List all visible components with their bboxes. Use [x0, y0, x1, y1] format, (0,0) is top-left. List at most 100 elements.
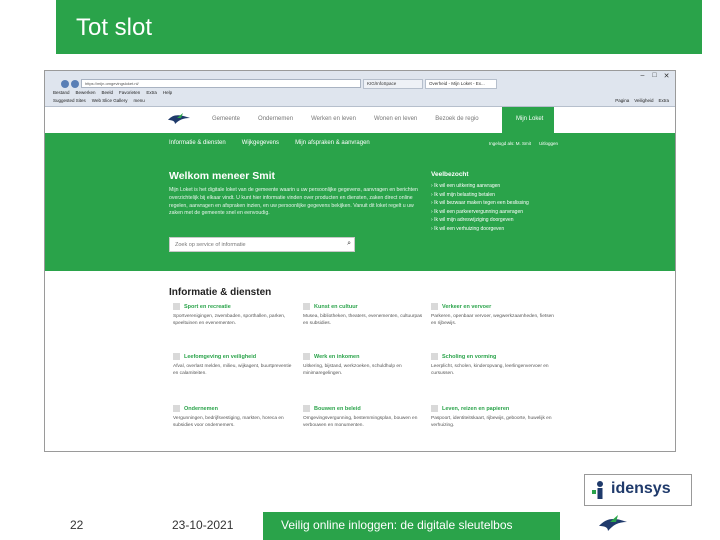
site-hero: Gemeente Ondernemen Werken en leven Wone…	[45, 107, 675, 271]
welcome-title: Welkom meneer Smit	[169, 170, 276, 182]
command-page[interactable]: Pagina	[615, 98, 629, 103]
close-icon[interactable]: ✕	[662, 72, 671, 80]
subnav-afspraken[interactable]: Mijn afspraken & aanvragen	[295, 140, 370, 146]
footer-text: Veilig online inloggen: de digitale sleu…	[281, 518, 513, 532]
idensys-mark-icon	[592, 481, 603, 499]
category-sport[interactable]: Sport en recreatie Sportverenigingen, zw…	[173, 303, 297, 328]
menu-item-tools[interactable]: Extra	[146, 90, 157, 95]
command-safety[interactable]: Veiligheid	[634, 98, 653, 103]
favorite-menu[interactable]: menu	[133, 98, 144, 103]
subnav-wijkgegevens[interactable]: Wijkgegevens	[242, 140, 279, 146]
tab-kig[interactable]: KIG/InfoSpace	[363, 79, 423, 89]
slide-date: 23-10-2021	[172, 518, 234, 532]
favorite-suggested[interactable]: Suggested Sites	[53, 98, 86, 103]
veelbezocht-link[interactable]: Ik wil mijn belasting betalen	[431, 191, 541, 200]
category-text: Sportverenigingen, zwembaden, sporthalle…	[173, 314, 286, 327]
site-subnav: Informatie & diensten Wijkgegevens Mijn …	[169, 140, 370, 146]
culture-icon	[303, 303, 310, 310]
category-text: Parkeren, openbaar vervoer, wegwerkzaamh…	[431, 314, 554, 327]
search-input[interactable]: Zoek op service of informatie ⌕	[169, 237, 355, 252]
tab-mijn-loket-site[interactable]: Mijn Loket	[502, 107, 554, 133]
logged-in-label: Ingelogd als: M. Smit	[489, 141, 532, 146]
topnav-item-gemeente[interactable]: Gemeente	[203, 116, 249, 122]
page-number: 22	[70, 518, 84, 532]
search-icon[interactable]: ⌕	[347, 240, 351, 248]
veelbezocht-list: Ik wil een uitkering aanvragen Ik wil mi…	[431, 182, 541, 234]
site-logo-icon[interactable]	[167, 112, 191, 126]
menu-item-favorites[interactable]: Favorieten	[119, 90, 140, 95]
menu-item-view[interactable]: Beeld	[102, 90, 114, 95]
building-icon	[303, 405, 310, 412]
category-title[interactable]: Sport en recreatie	[184, 304, 231, 310]
category-title[interactable]: Bouwen en beleid	[314, 406, 361, 412]
topnav-items: Gemeente Ondernemen Werken en leven Wone…	[203, 116, 488, 122]
info-diensten-title: Informatie & diensten	[169, 287, 272, 298]
address-bar[interactable]: https://mijn.omgevingsloket.nl/	[81, 79, 361, 88]
site-topnav: Gemeente Ondernemen Werken en leven Wone…	[45, 107, 675, 133]
category-title[interactable]: Leven, reizen en papieren	[442, 406, 509, 412]
command-tools[interactable]: Extra	[658, 98, 669, 103]
traffic-icon	[431, 303, 438, 310]
topnav-item-werken[interactable]: Werken en leven	[302, 116, 365, 122]
slide-title-bar: Tot slot	[56, 0, 702, 54]
veelbezocht-link[interactable]: Ik wil een uitkering aanvragen	[431, 182, 541, 191]
education-icon	[431, 353, 438, 360]
bird-logo-icon	[599, 515, 627, 531]
menu-bar: Bestand Bewerken Beeld Favorieten Extra …	[53, 90, 172, 95]
veelbezocht-link[interactable]: Ik wil een parkeervergunning aanvragen	[431, 208, 541, 217]
category-title[interactable]: Kunst en cultuur	[314, 304, 358, 310]
topnav-item-wonen[interactable]: Wonen en leven	[365, 116, 426, 122]
idensys-logo: idensys	[584, 474, 692, 506]
footer-bar: Veilig online inloggen: de digitale sleu…	[263, 512, 560, 540]
subnav-info-diensten[interactable]: Informatie & diensten	[169, 140, 226, 146]
search-placeholder: Zoek op service of informatie	[175, 242, 246, 248]
tab-mijn-loket[interactable]: Overheid - Mijn Loket - Ex...	[425, 79, 497, 89]
browser-chrome: – □ ✕ https://mijn.omgevingsloket.nl/ KI…	[45, 71, 675, 107]
sport-icon	[173, 303, 180, 310]
menu-item-help[interactable]: Help	[163, 90, 172, 95]
command-bar: Pagina Veiligheid Extra	[615, 98, 669, 103]
category-text: Vergunningen, bedrijfsvestiging, markten…	[173, 416, 284, 429]
category-leefomgeving[interactable]: Leefomgeving en veiligheid Afval, overla…	[173, 353, 297, 378]
maximize-icon[interactable]: □	[650, 72, 659, 80]
slide-title: Tot slot	[76, 14, 153, 41]
category-text: Uitkering, bijstand, werkzoeken, schuldh…	[303, 364, 402, 377]
logout-link[interactable]: Uitloggen	[539, 141, 558, 146]
back-icon[interactable]	[61, 80, 69, 88]
category-ondernemen[interactable]: Ondernemen Vergunningen, bedrijfsvestigi…	[173, 405, 297, 430]
nav-buttons	[61, 80, 79, 88]
category-title[interactable]: Werk en inkomen	[314, 354, 359, 360]
welcome-body: Mijn Loket is het digitale loket van de …	[169, 187, 418, 217]
category-verkeer[interactable]: Verkeer en vervoer Parkeren, openbaar ve…	[431, 303, 555, 328]
veelbezocht-title: Veelbezocht	[431, 171, 469, 178]
category-text: Paspoort, identiteitskaart, rijbewijs, g…	[431, 416, 552, 429]
menu-item-file[interactable]: Bestand	[53, 90, 70, 95]
documents-icon	[431, 405, 438, 412]
user-links: Ingelogd als: M. Smit Uitloggen	[489, 141, 558, 146]
favorites-bar: Suggested Sites Web Slice Gallery menu	[53, 98, 145, 103]
topnav-item-ondernemen[interactable]: Ondernemen	[249, 116, 302, 122]
veelbezocht-link[interactable]: Ik wil een verhuizing doorgeven	[431, 225, 541, 234]
category-bouwen[interactable]: Bouwen en beleid Omgevingsvergunning, be…	[303, 405, 427, 430]
window-controls: – □ ✕	[638, 72, 671, 80]
veelbezocht-link[interactable]: Ik wil mijn adreswijziging doorgeven	[431, 216, 541, 225]
slide: Tot slot – □ ✕ https://mijn.omgevingslok…	[0, 0, 720, 540]
category-title[interactable]: Ondernemen	[184, 406, 218, 412]
category-scholing[interactable]: Scholing en vorming Leerplicht, scholen,…	[431, 353, 555, 378]
business-icon	[173, 405, 180, 412]
favorite-web-slice[interactable]: Web Slice Gallery	[92, 98, 128, 103]
topnav-item-bezoek[interactable]: Bezoek de regio	[426, 116, 487, 122]
veelbezocht-link[interactable]: Ik wil bezwaar maken tegen een beslissin…	[431, 199, 541, 208]
browser-screenshot: – □ ✕ https://mijn.omgevingsloket.nl/ KI…	[44, 70, 676, 452]
category-title[interactable]: Leefomgeving en veiligheid	[184, 354, 256, 360]
work-icon	[303, 353, 310, 360]
category-title[interactable]: Scholing en vorming	[442, 354, 496, 360]
category-title[interactable]: Verkeer en vervoer	[442, 304, 491, 310]
menu-item-edit[interactable]: Bewerken	[76, 90, 96, 95]
minimize-icon[interactable]: –	[638, 72, 647, 80]
category-text: Musea, bibliotheken, theaters, evenement…	[303, 314, 423, 327]
forward-icon[interactable]	[71, 80, 79, 88]
category-leven[interactable]: Leven, reizen en papieren Paspoort, iden…	[431, 405, 555, 430]
category-werk[interactable]: Werk en inkomen Uitkering, bijstand, wer…	[303, 353, 427, 378]
category-kunst[interactable]: Kunst en cultuur Musea, bibliotheken, th…	[303, 303, 427, 328]
